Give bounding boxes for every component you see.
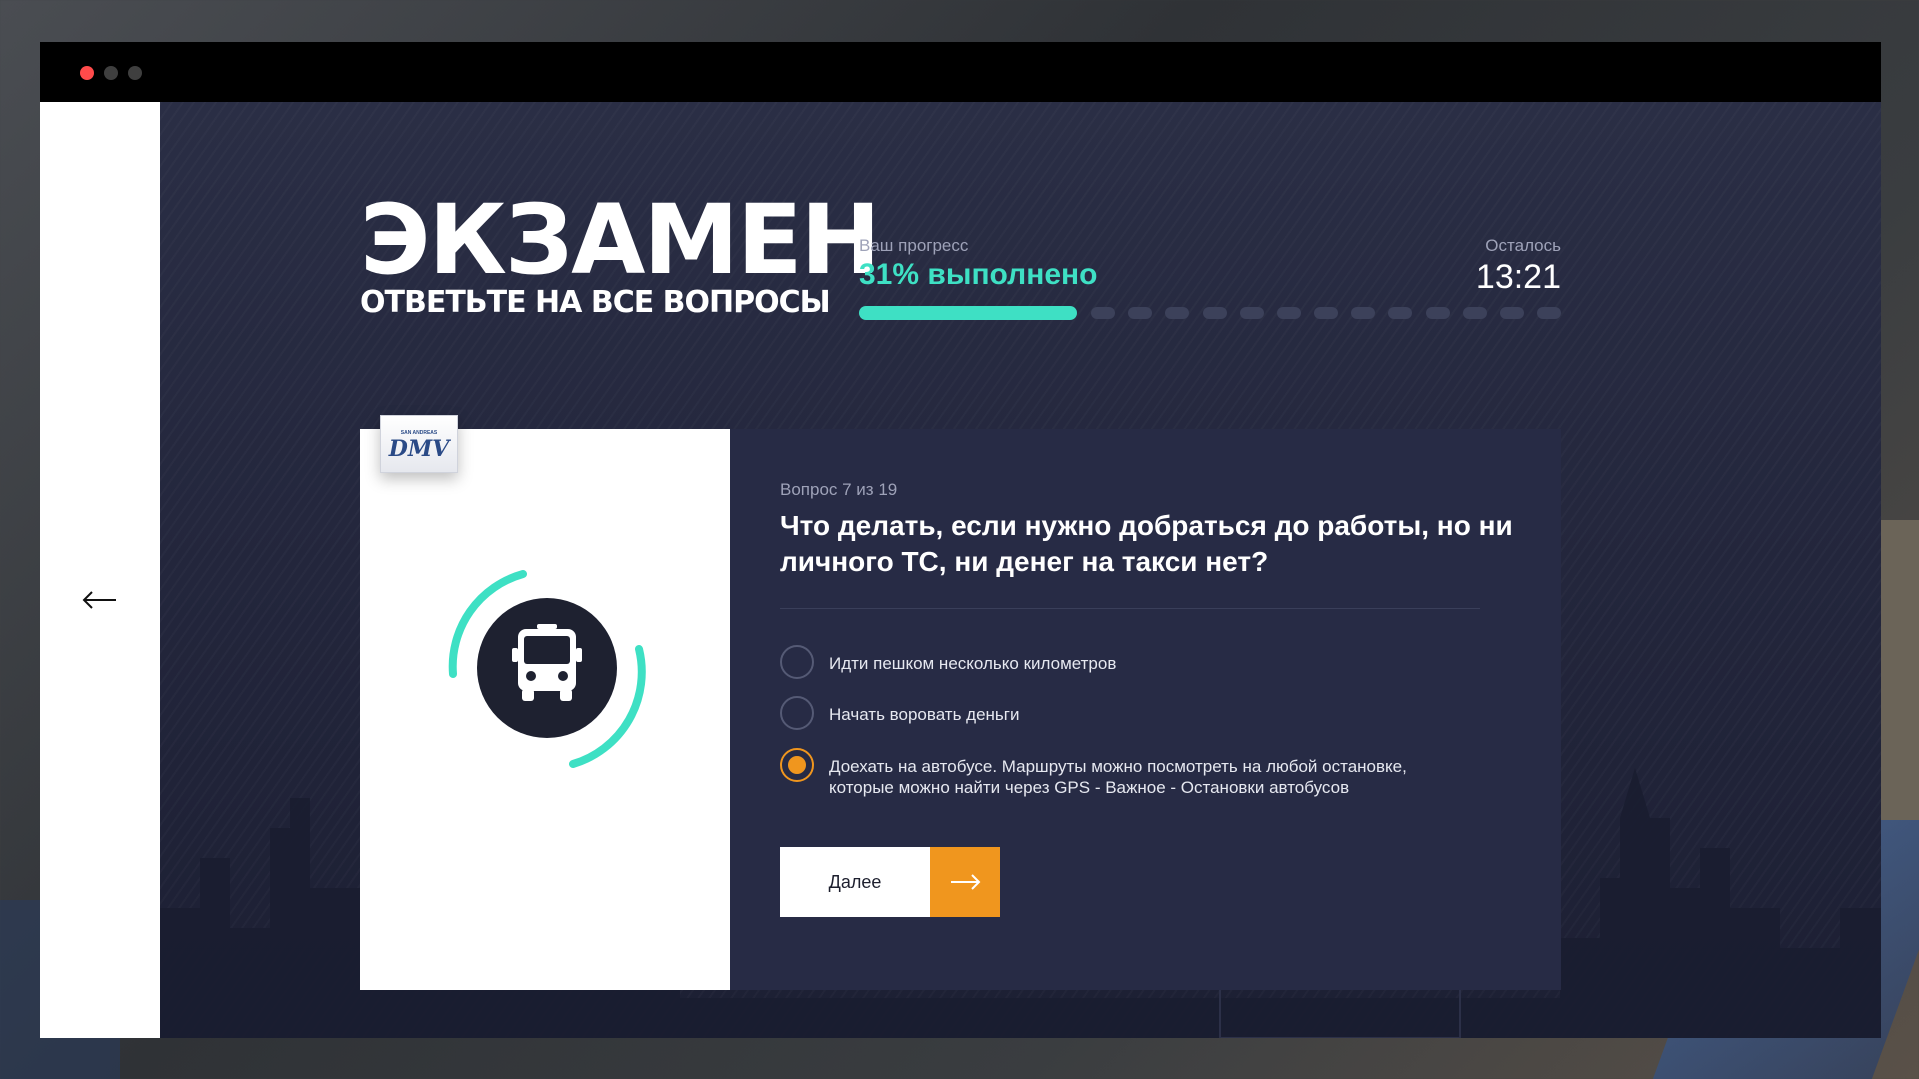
- progress-value: 31% выполнено: [859, 258, 1098, 291]
- sidebar: [40, 102, 160, 1038]
- minimize-window-dot[interactable]: [104, 66, 118, 80]
- divider: [780, 608, 1480, 609]
- progress-label: Ваш прогресс: [859, 236, 969, 255]
- maximize-window-dot[interactable]: [128, 66, 142, 80]
- background-decoration: [1880, 520, 1919, 820]
- progress-bar: [859, 306, 1561, 320]
- question-counter: Вопрос 7 из 19: [780, 480, 898, 499]
- progress-step-dot: [1426, 307, 1450, 319]
- exam-title: ЭКЗАМЕН: [360, 184, 881, 296]
- exam-window: ЭКЗАМЕН ОТВЕТЬТЕ НА ВСЕ ВОПРОСЫ Ваш прог…: [40, 42, 1881, 1038]
- arrow-right-icon: [951, 874, 981, 890]
- progress-step-dot: [1500, 307, 1524, 319]
- dmv-logo: SAN ANDREAS DMV: [380, 415, 458, 473]
- progress-step-dot: [1203, 307, 1227, 319]
- progress-step-dot: [1463, 307, 1487, 319]
- answer-option-label: Начать воровать деньги: [829, 705, 1020, 724]
- progress-step-dot: [1351, 307, 1375, 319]
- progress-step-dot: [1240, 307, 1264, 319]
- next-button-arrow[interactable]: [930, 847, 1000, 917]
- bus-icon: [448, 570, 646, 768]
- progress-bar-fill: [859, 306, 1077, 320]
- answer-option-label: Идти пешком несколько километров: [829, 654, 1117, 673]
- close-window-dot[interactable]: [80, 66, 94, 80]
- progress-step-dot: [1091, 307, 1115, 319]
- progress-step-dot: [1314, 307, 1338, 319]
- progress-step-dot: [1388, 307, 1412, 319]
- time-remaining-label: Осталось: [1485, 236, 1561, 255]
- back-arrow-icon[interactable]: [82, 590, 118, 610]
- exam-subtitle: ОТВЕТЬТЕ НА ВСЕ ВОПРОСЫ: [360, 285, 831, 320]
- progress-step-dot: [1128, 307, 1152, 319]
- next-button-label: Далее: [780, 847, 930, 917]
- window-titlebar: [40, 42, 1881, 102]
- progress-step-dot: [1537, 307, 1561, 319]
- progress-step-dot: [1165, 307, 1189, 319]
- radio-button-selected[interactable]: [780, 748, 814, 782]
- answer-option-label: Доехать на автобусе. Маршруты можно посм…: [829, 757, 1407, 797]
- time-remaining-value: 13:21: [1475, 258, 1561, 296]
- next-button[interactable]: Далее: [780, 847, 1000, 917]
- radio-button[interactable]: [780, 645, 814, 679]
- exam-main: ЭКЗАМЕН ОТВЕТЬТЕ НА ВСЕ ВОПРОСЫ Ваш прог…: [160, 102, 1881, 1038]
- progress-step-dot: [1277, 307, 1301, 319]
- question-text: Что делать, если нужно добраться до рабо…: [780, 510, 1513, 577]
- radio-button[interactable]: [780, 696, 814, 730]
